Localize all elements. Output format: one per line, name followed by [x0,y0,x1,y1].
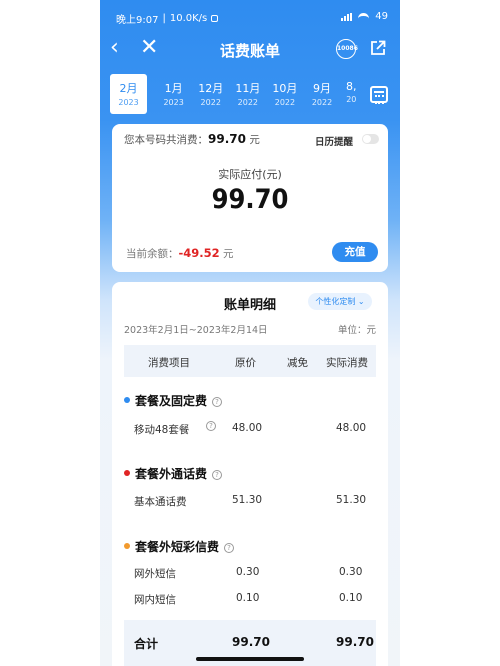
billing-period: 2023年2月1日~2023年2月14日 [124,325,268,336]
wifi-icon [358,12,370,21]
header-price: 原价 [235,357,256,369]
balance-label: 当前余额： [126,248,179,260]
header-discount: 减免 [287,357,308,369]
summary-card: 您本号码共消费：99.70 元 日历提醒 实际应付(元) 99.70 当前余额：… [112,124,388,272]
table-header: 消费项目 原价 减免 实际消费 [124,345,376,377]
section-title: 套餐及固定费? [124,392,223,409]
status-time: 晚上9:07 [116,15,159,26]
section-dot [124,470,130,476]
table-row: 网外短信 0.30 0.30 [134,566,363,580]
help-icon[interactable]: ? [212,397,223,407]
bill-detail-card: 账单明细 个性化定制 ⌄ 2023年2月1日~2023年2月14日 单位：元 消… [112,282,388,666]
customize-button[interactable]: 个性化定制 ⌄ [308,293,372,310]
section-title: 套餐外通话费? [124,465,223,482]
calendar-icon[interactable] [370,86,388,104]
header-actual: 实际消费 [326,357,368,369]
month-tab[interactable]: 10月 2022 [266,74,303,114]
signal-icon [341,12,353,21]
total-consumption-label: 您本号码共消费： [124,134,208,146]
recharge-button[interactable]: 充值 [332,242,378,262]
month-tab[interactable]: 8, 20 [341,74,362,114]
status-bar: 晚上9:07 | 10.0K/s 49 [116,11,388,26]
month-tabs: 2月 2023 1月 2023 12月 2022 11月 2022 10月 2022 9月… [110,74,362,118]
table-row: 移动48套餐 ? 48.00 48.00 [134,421,367,436]
balance-value: -49.52 [178,246,220,260]
home-indicator [196,657,304,661]
total-actual: 99.70 [336,635,374,649]
service-badge-icon[interactable]: 10086 [336,39,358,59]
table-row: 网内短信 0.10 0.10 [134,592,363,606]
battery-level: 49 [375,11,388,22]
table-row: 基本通话费 51.30 51.30 [134,494,367,508]
notification-icon [211,15,219,22]
help-icon[interactable]: ? [206,421,216,431]
month-tab[interactable]: 1月 2023 [155,74,192,114]
month-tab[interactable]: 12月 2022 [192,74,229,114]
month-tab[interactable]: 9月 2022 [303,74,340,114]
calendar-reminder-toggle[interactable] [362,134,379,144]
header-item: 消费项目 [148,357,190,369]
share-icon[interactable] [370,40,386,56]
phone-screen: 晚上9:07 | 10.0K/s 49 ‹ ✕ 话费账单 10086 2月 202… [100,0,400,666]
section-title: 套餐外短彩信费? [124,538,235,555]
nav-bar: ‹ ✕ 话费账单 10086 [100,34,400,64]
amount-due-value: 99.70 [211,184,289,215]
month-tab[interactable]: 2月 2023 [110,74,148,114]
help-icon[interactable]: ? [212,470,223,480]
total-price: 99.70 [232,635,270,649]
network-speed: 10.0K/s [169,13,208,24]
calendar-reminder-label: 日历提醒 [315,137,354,148]
amount-due-label: 实际应付(元) [218,168,282,181]
balance-unit: 元 [223,248,234,260]
section-dot [124,543,130,549]
unit-label: 单位：元 [338,325,377,336]
help-icon[interactable]: ? [224,543,235,553]
section-dot [124,397,130,403]
total-consumption-value: 99.70 [208,132,246,146]
total-unit: 元 [249,134,260,146]
month-tab[interactable]: 11月 2022 [229,74,266,114]
total-label: 合计 [134,637,159,651]
